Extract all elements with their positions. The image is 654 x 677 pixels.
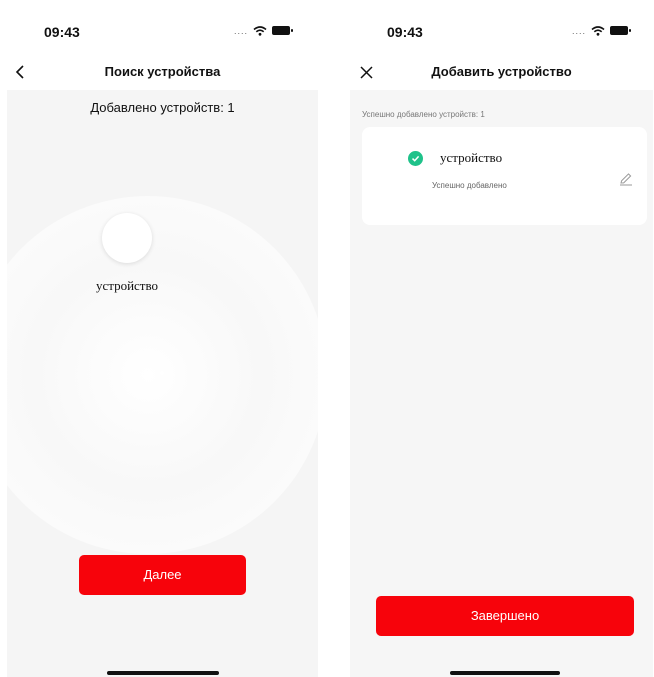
- nav-bar: Добавить устройство: [350, 52, 653, 90]
- status-time: 09:43: [44, 24, 80, 40]
- page-title: Поиск устройства: [104, 64, 221, 79]
- battery-icon: [272, 26, 294, 35]
- done-button[interactable]: Завершено: [376, 596, 634, 636]
- wifi-icon: [253, 25, 267, 36]
- signal-icon: ....: [234, 26, 249, 36]
- nav-bar: Поиск устройства: [7, 52, 318, 90]
- status-bar: 09:43 ....: [7, 0, 318, 52]
- status-time: 09:43: [387, 24, 423, 40]
- radar-circle: [7, 196, 318, 554]
- result-area: Успешно добавлено устройств: 1 устройств…: [350, 90, 653, 677]
- added-devices-count: Добавлено устройств: 1: [90, 100, 235, 115]
- signal-icon: ....: [572, 26, 587, 36]
- device-name: устройство: [440, 150, 503, 165]
- check-mark-icon: [411, 155, 420, 162]
- radar-center-dot: [160, 371, 164, 375]
- pencil-icon[interactable]: [619, 172, 633, 186]
- success-count: Успешно добавлено устройств: 1: [362, 110, 485, 119]
- found-device-icon[interactable]: [102, 213, 152, 263]
- check-circle-icon: [408, 151, 423, 166]
- device-search-screen: 09:43 .... Поиск устройства Добавлено ус…: [7, 0, 318, 677]
- status-icons: ....: [572, 25, 632, 36]
- add-device-screen: 09:43 .... Добавить устройство Успешно д…: [350, 0, 653, 677]
- status-bar: 09:43 ....: [350, 0, 653, 52]
- home-indicator: [450, 671, 560, 675]
- status-icons: ....: [234, 25, 294, 36]
- wifi-icon: [591, 25, 605, 36]
- search-area: Добавлено устройств: 1 устройство Далее: [7, 90, 318, 677]
- device-status: Успешно добавлено: [432, 181, 507, 190]
- home-indicator: [107, 671, 219, 675]
- next-button[interactable]: Далее: [79, 555, 246, 595]
- device-card[interactable]: устройство Успешно добавлено: [362, 127, 647, 225]
- page-title: Добавить устройство: [431, 64, 572, 79]
- battery-icon: [610, 26, 632, 35]
- found-device-name: устройство: [95, 278, 159, 293]
